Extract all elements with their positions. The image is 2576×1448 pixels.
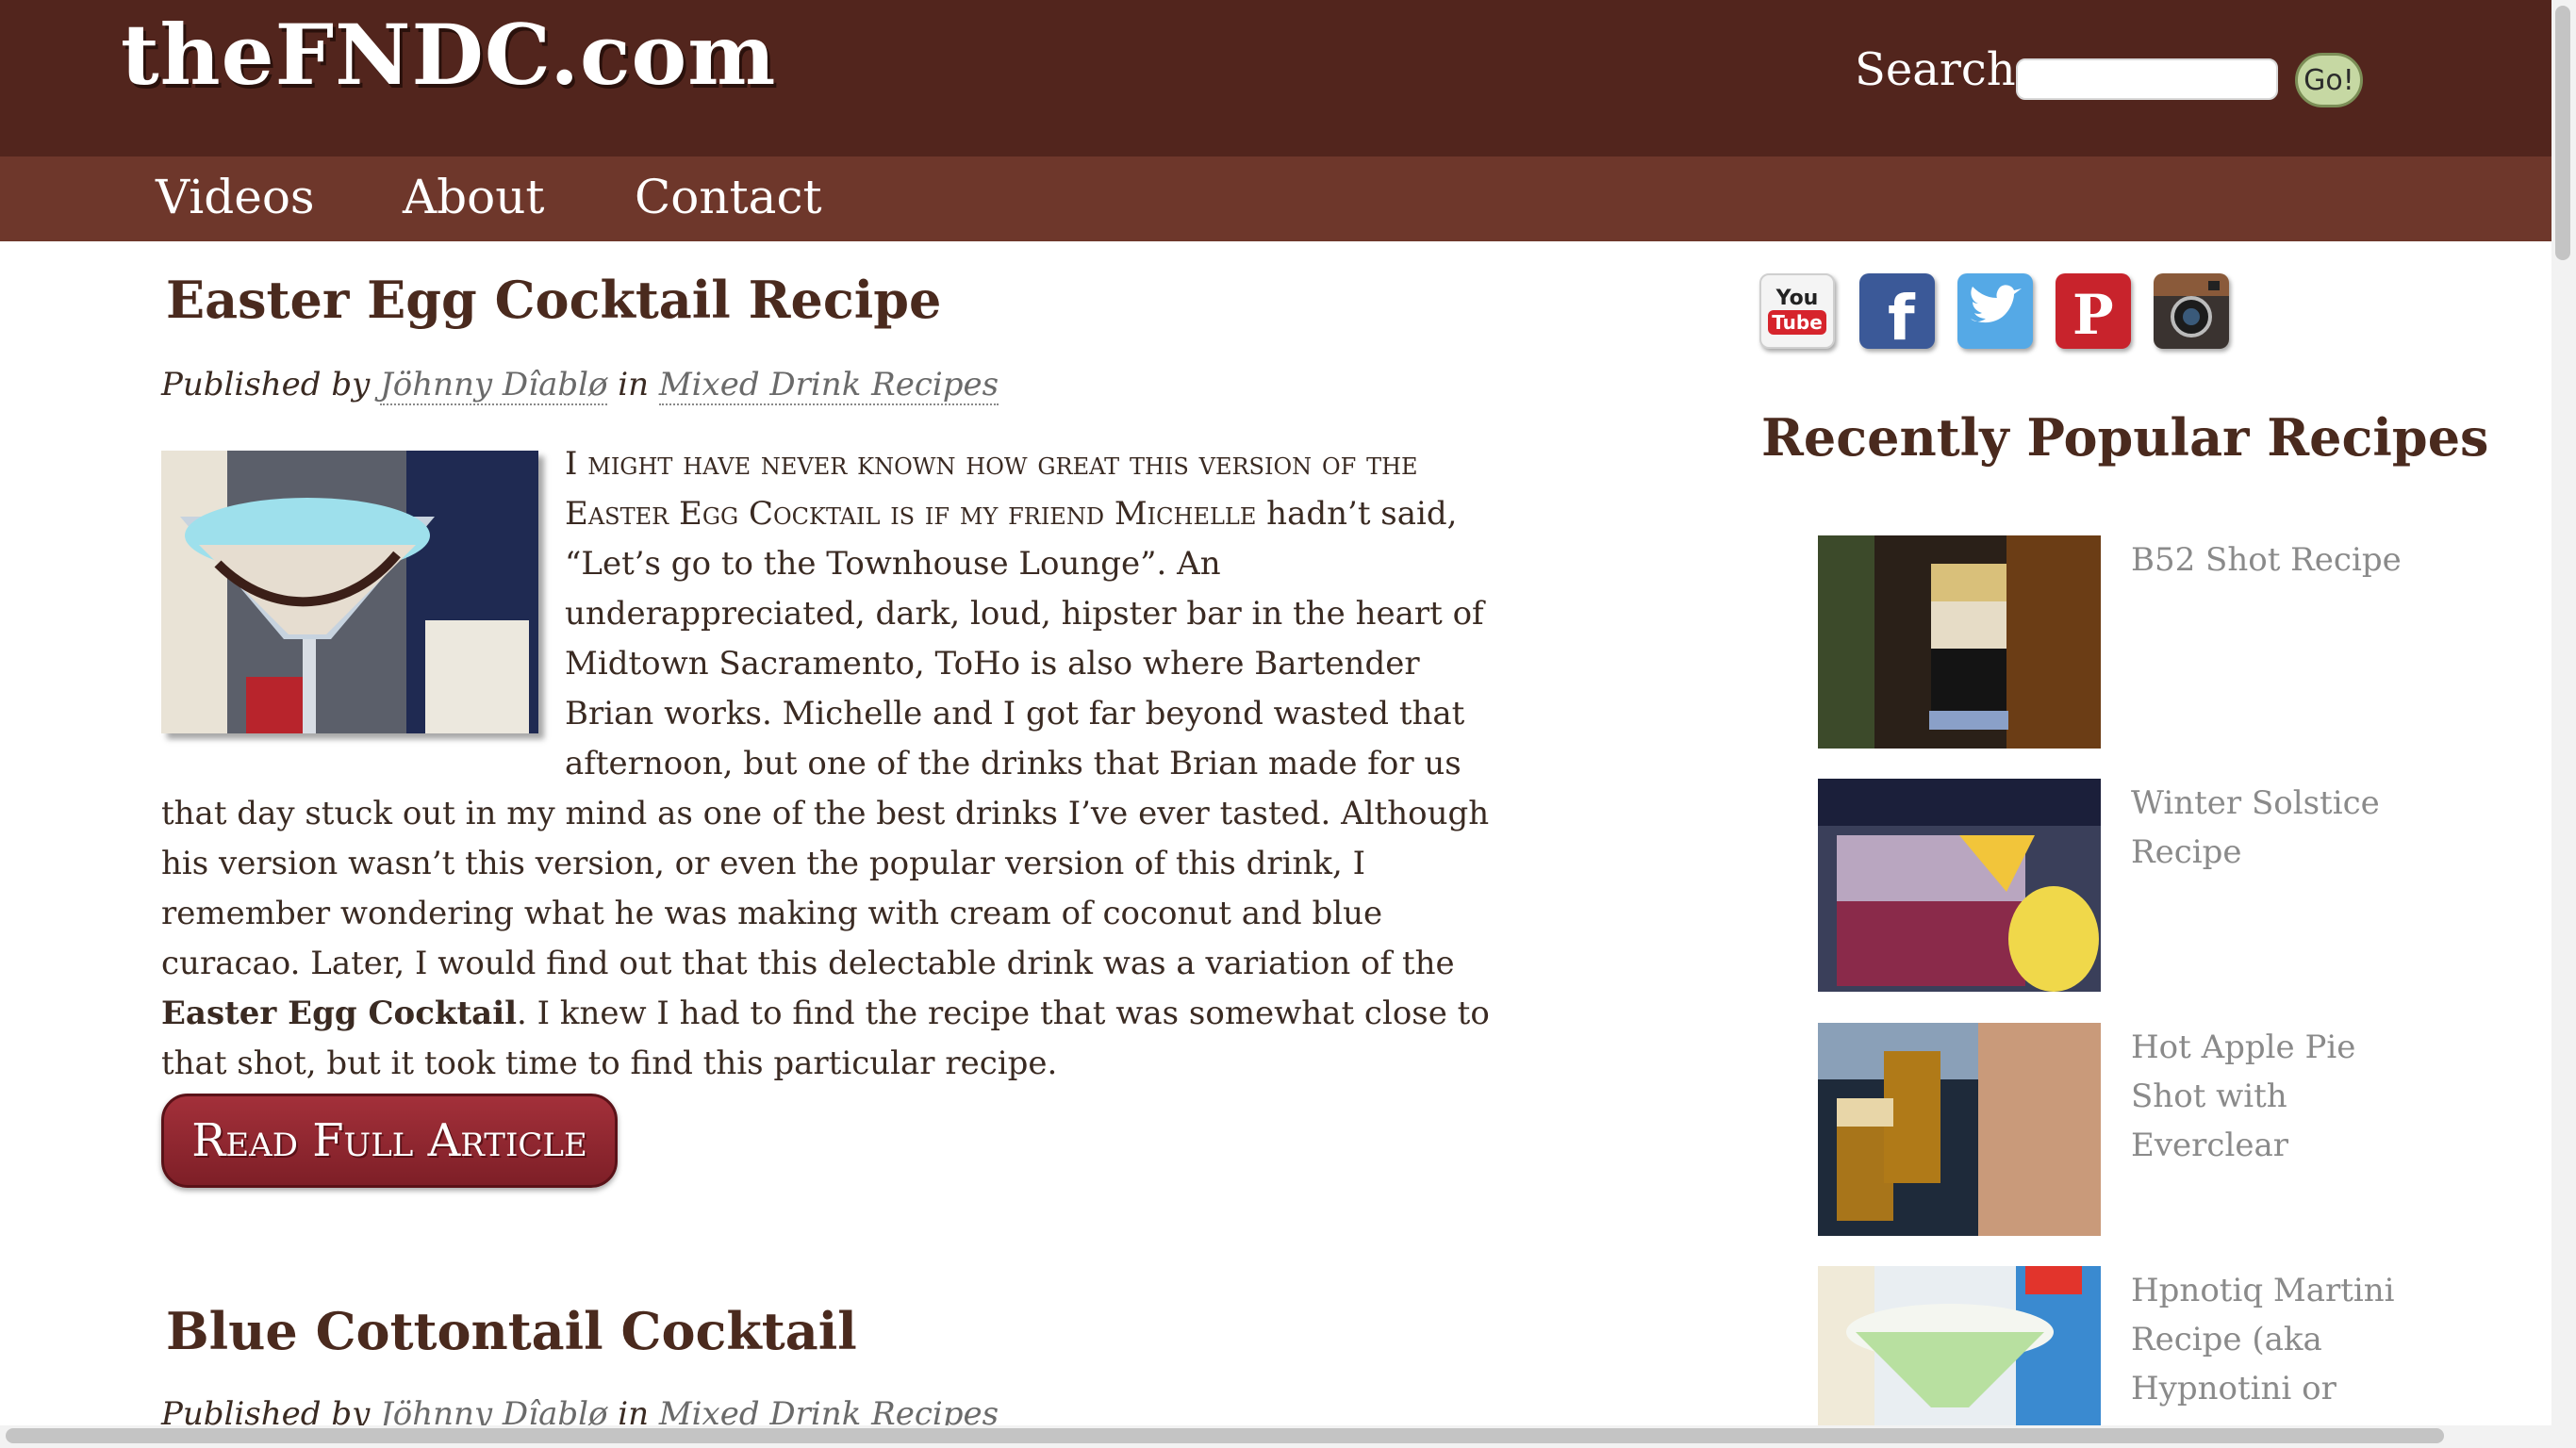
category-link[interactable]: Mixed Drink Recipes xyxy=(658,366,999,405)
excerpt-bold: Easter Egg Cocktail xyxy=(161,995,518,1032)
nav-item-about[interactable]: About xyxy=(403,170,545,224)
read-full-article-button[interactable]: Read Full Article xyxy=(161,1094,618,1188)
youtube-text-tube: Tube xyxy=(1768,310,1826,335)
sidebar-heading: Recently Popular Recipes xyxy=(1761,407,2489,468)
youtube-icon[interactable]: You Tube xyxy=(1759,273,1835,349)
search-input[interactable] xyxy=(2016,58,2278,100)
twitter-icon[interactable] xyxy=(1957,273,2033,349)
published-by-label: Published by xyxy=(161,366,371,403)
author-link[interactable]: Jöhnny Dîablø xyxy=(380,366,608,405)
svg-text:P: P xyxy=(2072,283,2114,347)
pinterest-icon[interactable]: P xyxy=(2056,273,2131,349)
recipe-title-link[interactable]: Winter Solstice Recipe xyxy=(2131,779,2404,877)
post-title[interactable]: Easter Egg Cocktail Recipe xyxy=(166,270,941,330)
recipe-thumbnail-image[interactable] xyxy=(1818,535,2101,749)
vertical-scrollbar-thumb[interactable] xyxy=(2555,6,2570,260)
recipe-thumbnail-image[interactable] xyxy=(1818,1023,2101,1236)
recipe-thumbnail-image[interactable] xyxy=(1818,1266,2101,1426)
site-logo[interactable]: theFNDC.com xyxy=(121,6,776,104)
horizontal-scrollbar-thumb[interactable] xyxy=(6,1428,2444,1443)
in-label: in xyxy=(618,366,650,403)
recipe-thumbnail-image[interactable] xyxy=(1818,779,2101,992)
instagram-icon[interactable] xyxy=(2154,273,2229,349)
post-thumbnail-image[interactable] xyxy=(161,451,538,733)
recipe-title-link[interactable]: Hpnotiq Martini Recipe (aka Hypnotini or xyxy=(2131,1266,2404,1413)
nav-item-videos[interactable]: Videos xyxy=(156,170,315,224)
site-header: theFNDC.com Search Go! xyxy=(0,0,2551,156)
main-nav: Videos About Contact xyxy=(0,156,2551,241)
post-byline: Published by Jöhnny Dîablø in Mixed Drin… xyxy=(161,366,999,405)
recipe-title-link[interactable]: B52 Shot Recipe xyxy=(2131,535,2404,584)
search-go-button[interactable]: Go! xyxy=(2295,53,2363,107)
youtube-text-you: You xyxy=(1775,287,1819,310)
post-title[interactable]: Blue Cottontail Cocktail xyxy=(166,1301,857,1361)
search-label: Search xyxy=(1855,43,2016,96)
recipe-title-link[interactable]: Hot Apple Pie Shot with Everclear xyxy=(2131,1023,2404,1170)
facebook-icon[interactable]: f xyxy=(1859,273,1935,349)
svg-text:f: f xyxy=(1888,282,1916,349)
nav-item-contact[interactable]: Contact xyxy=(635,170,822,224)
